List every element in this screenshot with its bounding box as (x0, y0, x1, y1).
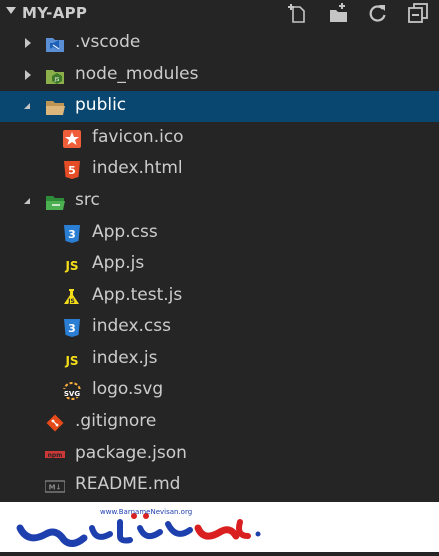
tree-item-readme[interactable]: M↓ README.md (0, 470, 439, 501)
chevron-down-icon[interactable] (24, 198, 30, 204)
src-folder-icon (45, 192, 65, 212)
tree-item-label: index.html (92, 158, 183, 178)
svg-text:JS: JS (64, 354, 78, 368)
svg-text:npm: npm (48, 452, 63, 459)
tree-item-label: public (75, 95, 127, 115)
tree-item-vscode[interactable]: .vscode (0, 28, 439, 59)
node-folder-icon: JS (45, 66, 65, 86)
tree-item-label: logo.svg (92, 379, 164, 399)
tree-item-app-js[interactable]: JS App.js (0, 249, 439, 280)
public-folder-icon (45, 97, 65, 117)
test-js-icon: JS (62, 287, 82, 307)
tree-item-node-modules[interactable]: JS node_modules (0, 60, 439, 91)
svg-text:JS: JS (64, 259, 78, 273)
npm-icon: npm (45, 445, 65, 465)
svg-text:JS: JS (54, 77, 60, 83)
refresh-icon[interactable] (367, 2, 389, 24)
favicon-icon (62, 129, 82, 149)
watermark-logo: www.BarnameNevisan.org (16, 508, 261, 547)
tree-item-label: node_modules (75, 64, 199, 84)
svg-text:SVG: SVG (64, 390, 80, 398)
tree-item-public[interactable]: public (0, 91, 439, 122)
tree-item-package-json[interactable]: npm package.json (0, 439, 439, 470)
tree-item-label: src (75, 190, 100, 210)
tree-item-index-js[interactable]: JS index.js (0, 344, 439, 375)
tree-item-label: README.md (75, 474, 181, 494)
explorer-header[interactable]: MY-APP (0, 0, 439, 26)
tree-item-label: .gitignore (75, 411, 157, 431)
new-file-icon[interactable] (287, 2, 309, 24)
explorer-actions (285, 2, 435, 24)
css3-icon: 3 (62, 224, 82, 244)
js-icon: JS (62, 255, 82, 275)
watermark-url: www.BarnameNevisan.org (100, 508, 192, 516)
html5-icon: 5 (62, 160, 82, 180)
chevron-down-icon[interactable] (24, 103, 30, 109)
css3-icon: 3 (62, 318, 82, 338)
svg-icon: SVG (62, 381, 82, 401)
file-explorer: MY-APP .vscode JS node_modules public fa… (0, 0, 439, 502)
svg-text:JS: JS (67, 298, 75, 305)
tree-item-src[interactable]: src (0, 186, 439, 217)
watermark-banner: www.BarnameNevisan.org (0, 502, 439, 552)
tree-item-index-html[interactable]: 5 index.html (0, 154, 439, 185)
tree-item-favicon[interactable]: favicon.ico (0, 123, 439, 154)
svg-text:5: 5 (68, 164, 76, 177)
git-icon (45, 413, 65, 433)
markdown-icon: M↓ (44, 476, 66, 496)
tree-item-label: App.js (92, 253, 145, 273)
svg-text:3: 3 (68, 228, 76, 241)
tree-item-app-css[interactable]: 3 App.css (0, 218, 439, 249)
svg-text:3: 3 (68, 322, 76, 335)
tree-item-logo-svg[interactable]: SVG logo.svg (0, 375, 439, 406)
tree-item-app-test-js[interactable]: JS App.test.js (0, 281, 439, 312)
project-title: MY-APP (22, 4, 88, 22)
chevron-right-icon[interactable] (25, 70, 31, 80)
tree-item-label: index.css (92, 316, 171, 336)
new-folder-icon[interactable] (327, 2, 349, 24)
tree-item-label: App.css (92, 222, 158, 242)
tree-item-label: App.test.js (92, 285, 183, 305)
vscode-folder-icon (45, 34, 65, 54)
tree-item-label: package.json (75, 443, 187, 463)
js-icon: JS (62, 350, 82, 370)
collapse-all-icon[interactable] (407, 2, 429, 24)
tree-item-label: favicon.ico (92, 127, 184, 147)
chevron-down-icon[interactable] (6, 7, 16, 14)
tree-item-gitignore[interactable]: .gitignore (0, 407, 439, 438)
svg-text:M↓: M↓ (49, 484, 62, 492)
tree-item-label: index.js (92, 348, 158, 368)
tree-item-label: .vscode (75, 32, 141, 52)
tree-item-index-css[interactable]: 3 index.css (0, 312, 439, 343)
chevron-right-icon[interactable] (25, 38, 31, 48)
